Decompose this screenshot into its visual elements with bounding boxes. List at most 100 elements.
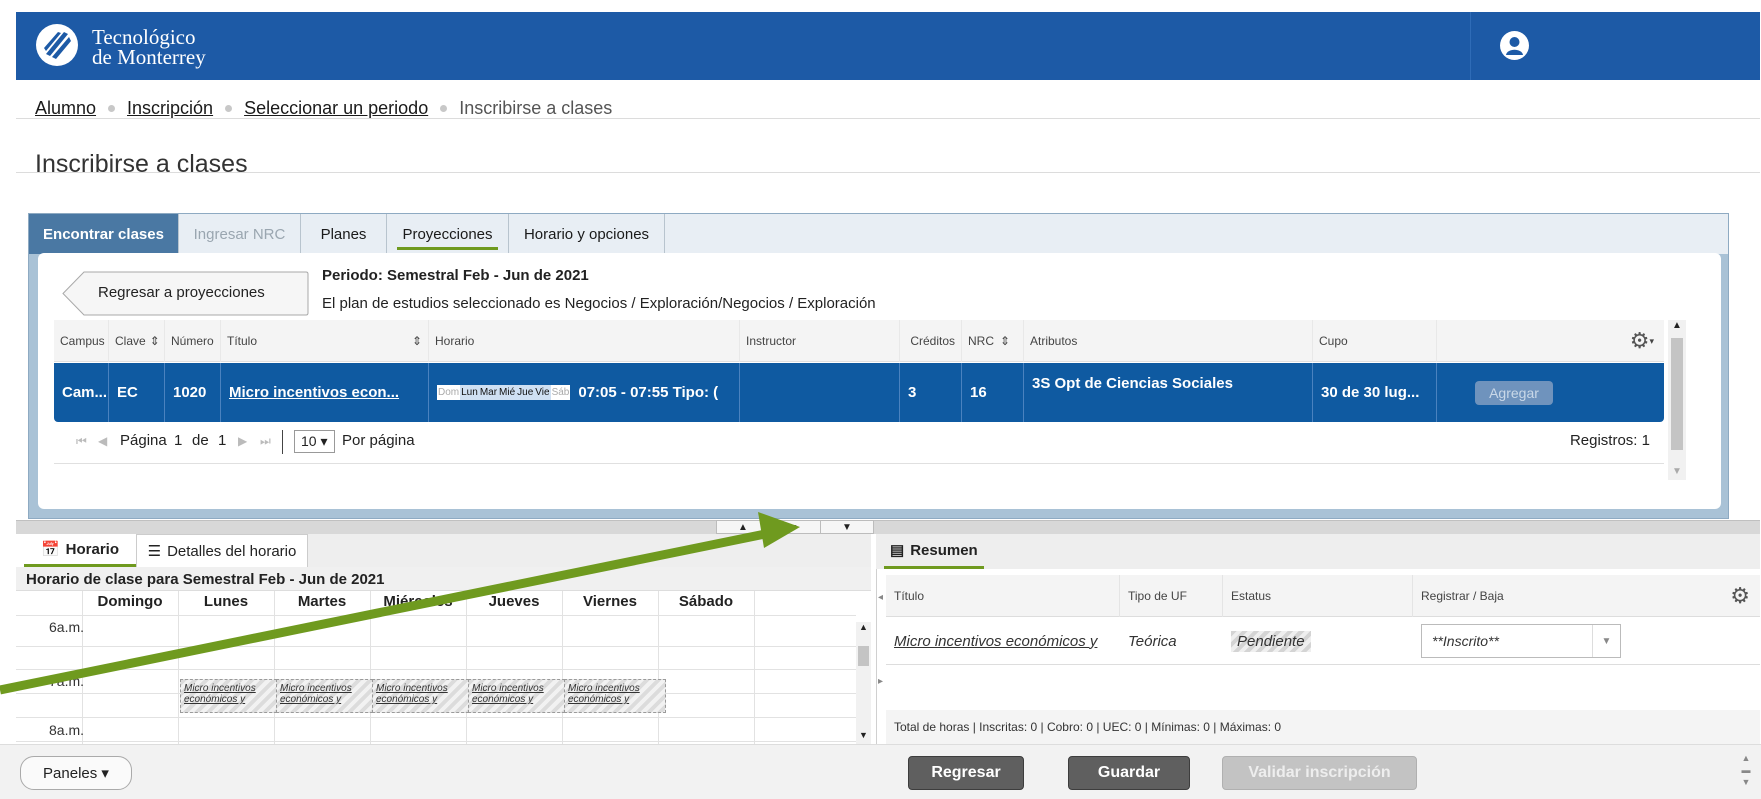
col-creditos[interactable]: Créditos — [900, 320, 962, 362]
scroll-down-icon[interactable]: ▼ — [859, 730, 868, 740]
regresar-button[interactable]: Regresar — [908, 756, 1024, 790]
pane-splitter[interactable] — [16, 520, 1760, 534]
summary-tipo: Teórica — [1128, 632, 1177, 650]
day-dom: Dom — [437, 385, 461, 400]
tab-planes[interactable]: Planes — [301, 214, 387, 254]
center-split-button[interactable]: ● — [768, 520, 822, 534]
col-campus[interactable]: Campus — [54, 320, 109, 362]
calendar-event[interactable]: Micro incentivos económicos y — [276, 679, 378, 713]
calendar-scrollbar[interactable]: ▲ ▼ — [856, 622, 871, 744]
gear-icon[interactable]: ⚙ — [1730, 583, 1750, 609]
grid-line — [16, 669, 856, 670]
cell-instructor — [740, 363, 900, 422]
meeting-days: Dom Lun Mar Mié Jue Vie Sáb — [437, 385, 571, 400]
first-page-icon[interactable]: ⏮ — [76, 434, 87, 449]
collapse-left-icon[interactable]: ◂ — [878, 592, 883, 603]
tab-label: Proyecciones — [402, 225, 493, 243]
col-nrc[interactable]: NRC ⇕ — [962, 320, 1024, 362]
col-instructor[interactable]: Instructor — [740, 320, 900, 362]
gear-icon[interactable]: ⚙ — [1630, 328, 1650, 354]
tab-resumen[interactable]: ▤ Resumen — [884, 534, 984, 569]
institution-logo-icon — [36, 24, 78, 66]
day-sab: Sáb — [550, 385, 571, 400]
col-atributos[interactable]: Atributos — [1024, 320, 1313, 362]
validate-enrollment-button[interactable]: Validar inscripción — [1222, 756, 1417, 790]
tab-detalles-horario[interactable]: ☰ Detalles del horario — [136, 534, 308, 567]
logo-line-2: de Monterrey — [92, 45, 206, 69]
breadcrumb: Alumno Inscripción Seleccionar un period… — [35, 98, 612, 119]
page-label: Página — [120, 432, 167, 449]
page-scrollbar[interactable]: ▲ ▬ ▼ — [1738, 752, 1754, 792]
prev-page-icon[interactable]: ◀ — [98, 434, 107, 448]
register-drop-select[interactable]: **Inscrito** ▼ — [1421, 624, 1621, 658]
summary-footer: Total de horas | Inscritas: 0 | Cobro: 0… — [886, 710, 1760, 744]
calendar-event[interactable]: Micro incentivos económicos y — [468, 679, 570, 713]
tab-horario-opciones[interactable]: Horario y opciones — [509, 214, 665, 254]
cell-campus: Cam... — [54, 363, 109, 422]
course-title-link[interactable]: Micro incentivos econ... — [221, 363, 429, 422]
weekly-calendar: Domingo Lunes Martes Miércoles Jueves Vi… — [16, 591, 856, 744]
tab-horario[interactable]: 📅 Horario — [24, 534, 136, 567]
tab-encontrar-clases[interactable]: Encontrar clases — [29, 214, 179, 259]
col-clave[interactable]: Clave ⇕ — [109, 320, 165, 362]
col-label: Créditos — [910, 334, 955, 348]
breadcrumb-separator — [225, 105, 233, 112]
next-page-icon[interactable]: ▶ — [238, 434, 247, 448]
summary-status-cell: Pendiente — [1223, 618, 1413, 664]
scrollbar-thumb[interactable] — [858, 646, 869, 666]
per-page-select[interactable]: 10 ▾ — [294, 430, 335, 453]
tab-proyecciones[interactable]: Proyecciones — [387, 214, 509, 254]
study-plan-text: El plan de estudios seleccionado es Nego… — [322, 295, 876, 312]
day-lun: Lun — [460, 385, 479, 400]
calendar-event[interactable]: Micro incentivos económicos y — [180, 679, 282, 713]
guardar-button[interactable]: Guardar — [1068, 756, 1190, 790]
grid-line — [16, 646, 856, 647]
cell-clave: EC — [109, 363, 165, 422]
column-settings[interactable]: ⚙ ▾ — [1437, 320, 1664, 362]
user-avatar-icon[interactable] — [1500, 31, 1529, 60]
col-label: Atributos — [1030, 334, 1078, 348]
breadcrumb-separator — [440, 105, 448, 112]
scroll-down-icon[interactable]: ▼ — [1672, 466, 1682, 477]
summary-course-link[interactable]: Micro incentivos económicos y — [886, 618, 1120, 664]
add-course-button[interactable]: Agregar — [1475, 380, 1553, 405]
col-tipo-uf[interactable]: Tipo de UF — [1120, 575, 1223, 617]
col-label: Horario — [435, 334, 475, 348]
col-horario[interactable]: Horario — [429, 320, 740, 362]
panels-button[interactable]: Paneles ▾ — [20, 756, 132, 790]
results-scrollbar[interactable]: ▲ ▼ — [1668, 320, 1686, 480]
top-header — [16, 12, 1760, 80]
last-page-icon[interactable]: ⏭ — [260, 434, 271, 449]
collapse-right-icon[interactable]: ▸ — [878, 676, 883, 687]
calendar-event[interactable]: Micro incentivos económicos y — [564, 679, 666, 713]
col-titulo[interactable]: Título — [886, 575, 1120, 617]
col-registrar-baja[interactable]: Registrar / Baja ⚙ — [1413, 575, 1760, 617]
page-number-input[interactable]: 1 — [174, 432, 182, 449]
sort-icon: ⇕ — [1000, 334, 1011, 348]
breadcrumb-seleccionar-periodo[interactable]: Seleccionar un periodo — [244, 98, 428, 119]
grid-line — [754, 591, 755, 744]
day-header-viernes: Viernes — [583, 593, 637, 610]
tab-ingresar-nrc[interactable]: Ingresar NRC — [179, 214, 301, 254]
day-header-domingo: Domingo — [97, 593, 163, 610]
col-label: Campus — [60, 334, 105, 348]
expand-down-button[interactable]: ▼ — [820, 520, 874, 534]
grid-line — [16, 615, 856, 616]
tab-label: Resumen — [910, 541, 978, 559]
scrollbar-thumb[interactable] — [1671, 338, 1683, 450]
col-estatus[interactable]: Estatus — [1223, 575, 1413, 617]
back-to-projections-button[interactable]: Regresar a proyecciones — [62, 271, 309, 316]
scroll-up-icon[interactable]: ▲ — [859, 622, 868, 632]
col-numero[interactable]: Número — [165, 320, 221, 362]
calendar-event[interactable]: Micro incentivos económicos y — [372, 679, 474, 713]
breadcrumb-inscripcion[interactable]: Inscripción — [127, 98, 213, 119]
grid-line — [16, 741, 856, 742]
col-label: Título — [894, 589, 925, 603]
col-cupo[interactable]: Cupo — [1313, 320, 1437, 362]
day-header-miercoles: Miércoles — [383, 593, 453, 610]
breadcrumb-alumno[interactable]: Alumno — [35, 98, 96, 119]
expand-up-button[interactable]: ▲ — [716, 520, 770, 534]
col-titulo[interactable]: Título ⇕ — [221, 320, 429, 362]
scroll-up-icon[interactable]: ▲ — [1672, 320, 1682, 331]
col-label: Número — [171, 334, 214, 348]
